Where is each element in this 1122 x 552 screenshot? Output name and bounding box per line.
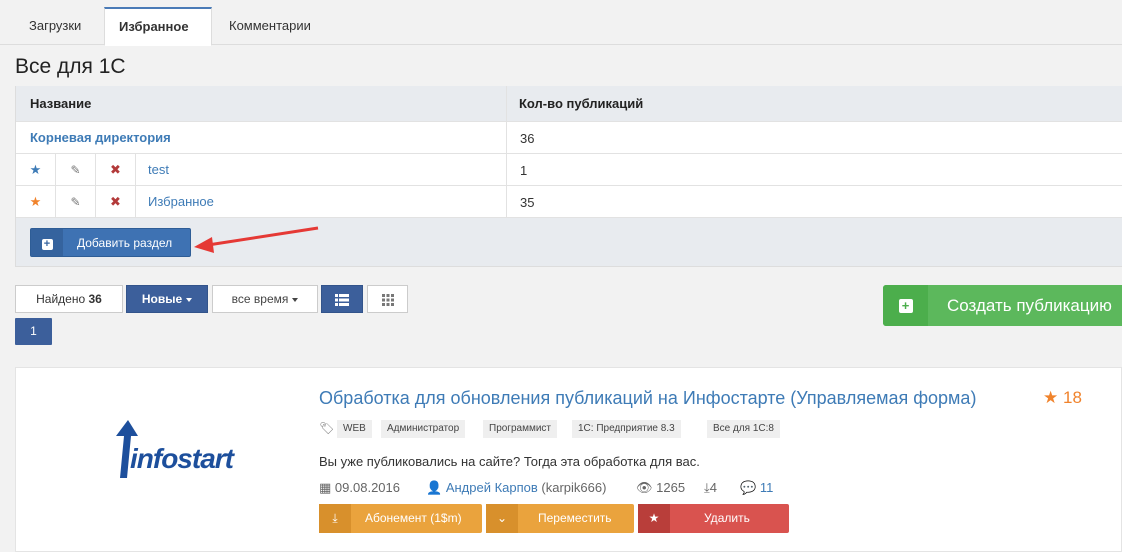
subscribe-button[interactable]: ⤓ Абонемент (1$m) <box>319 504 482 533</box>
tag-item[interactable]: Программист <box>483 420 557 438</box>
user-icon: 👤 <box>426 480 443 495</box>
column-header-name: Название <box>30 96 92 111</box>
rating[interactable]: ★ 18 <box>1043 388 1082 408</box>
infostart-logo[interactable]: infostart <box>106 418 236 480</box>
publication-title-link[interactable]: Обработка для обновления публикаций на И… <box>319 388 976 409</box>
calendar-icon: ▦ <box>319 480 332 495</box>
list-view-button[interactable] <box>321 285 363 313</box>
create-publication-button[interactable]: + Создать публикацию <box>883 285 1122 326</box>
move-button[interactable]: ⌄ Переместить <box>486 504 634 533</box>
tag-item[interactable]: Все для 1С:8 <box>707 420 780 438</box>
table-header: Название Кол-во публикаций <box>16 86 1122 122</box>
publication-count: 36 <box>520 131 535 146</box>
comments-count[interactable]: 💬 11 <box>740 480 773 496</box>
arrow-annotation <box>194 226 319 253</box>
star-icon: ★ <box>638 504 670 533</box>
eye-icon: 👁 <box>636 480 653 495</box>
table-footer: + Добавить раздел <box>16 218 1122 267</box>
caret-down-icon <box>292 297 299 302</box>
tags-icon: 🏷 <box>319 421 335 435</box>
publication-card: infostart Обработка для обновления публи… <box>15 367 1122 552</box>
found-count: 36 <box>88 292 102 306</box>
column-header-count: Кол-во публикаций <box>519 96 644 111</box>
tag-item[interactable]: WEB <box>337 420 372 438</box>
sections-table: Название Кол-во публикаций Корневая дире… <box>15 86 1122 267</box>
edit-icon[interactable]: ✎ <box>56 186 96 217</box>
publication-date: ▦ 09.08.2016 <box>319 480 400 495</box>
svg-text:infostart: infostart <box>130 443 236 474</box>
grid-view-button[interactable] <box>367 285 408 313</box>
edit-icon[interactable]: ✎ <box>56 154 96 185</box>
tag-item[interactable]: Администратор <box>381 420 466 438</box>
download-icon: ⤓ <box>319 504 351 533</box>
tab-comments[interactable]: Комментарии <box>215 8 325 45</box>
sort-dropdown[interactable]: Новые <box>126 285 208 313</box>
author-login: (karpik666) <box>541 480 607 495</box>
add-section-label: Добавить раздел <box>77 236 173 250</box>
star-icon[interactable]: ★ <box>16 186 56 217</box>
author-link[interactable]: Андрей Карпов <box>446 480 538 495</box>
chevron-down-icon: ⌄ <box>486 504 518 533</box>
publication-count: 35 <box>520 195 535 210</box>
views-count: 👁 1265 <box>636 480 686 495</box>
delete-button[interactable]: ★ Удалить <box>638 504 789 533</box>
table-row-root: Корневая директория 36 <box>16 122 1122 154</box>
tag-item[interactable]: 1С: Предприятие 8.3 <box>572 420 681 438</box>
publication-count: 1 <box>520 163 528 178</box>
tab-downloads[interactable]: Загрузки <box>15 8 95 45</box>
publication-description: Вы уже публиковались на сайте? Тогда эта… <box>319 454 700 469</box>
tab-favorites[interactable]: Избранное <box>104 7 212 46</box>
table-row: ★ ✎ ✖ test 1 <box>16 154 1122 186</box>
star-icon: ★ <box>1043 388 1059 407</box>
pagination-page-1[interactable]: 1 <box>15 318 52 345</box>
publication-author: 👤 Андрей Карпов (karpik666) <box>426 480 606 496</box>
comments-icon: 💬 <box>740 480 757 495</box>
rating-value: 18 <box>1062 388 1082 407</box>
found-counter: Найдено 36 <box>15 285 123 313</box>
section-link-test[interactable]: test <box>148 162 169 177</box>
period-dropdown[interactable]: все время <box>212 285 318 313</box>
downloads-count: ⤓4 <box>704 480 717 495</box>
plus-icon: + <box>883 285 928 326</box>
star-icon[interactable]: ★ <box>16 154 56 185</box>
caret-down-icon <box>186 297 193 302</box>
create-publication-label: Создать публикацию <box>947 296 1112 315</box>
add-section-button[interactable]: + Добавить раздел <box>30 228 191 257</box>
root-directory-link[interactable]: Корневая директория <box>30 130 171 145</box>
grid-icon <box>381 293 394 306</box>
list-icon <box>335 293 349 306</box>
table-row: ★ ✎ ✖ Избранное 35 <box>16 186 1122 218</box>
page-title: Все для 1С <box>15 55 126 78</box>
section-link-favorites[interactable]: Избранное <box>148 194 214 209</box>
plus-icon: + <box>31 229 63 256</box>
delete-icon[interactable]: ✖ <box>96 154 136 185</box>
delete-icon[interactable]: ✖ <box>96 186 136 217</box>
tab-bar: Загрузки Избранное Комментарии <box>0 0 1122 46</box>
